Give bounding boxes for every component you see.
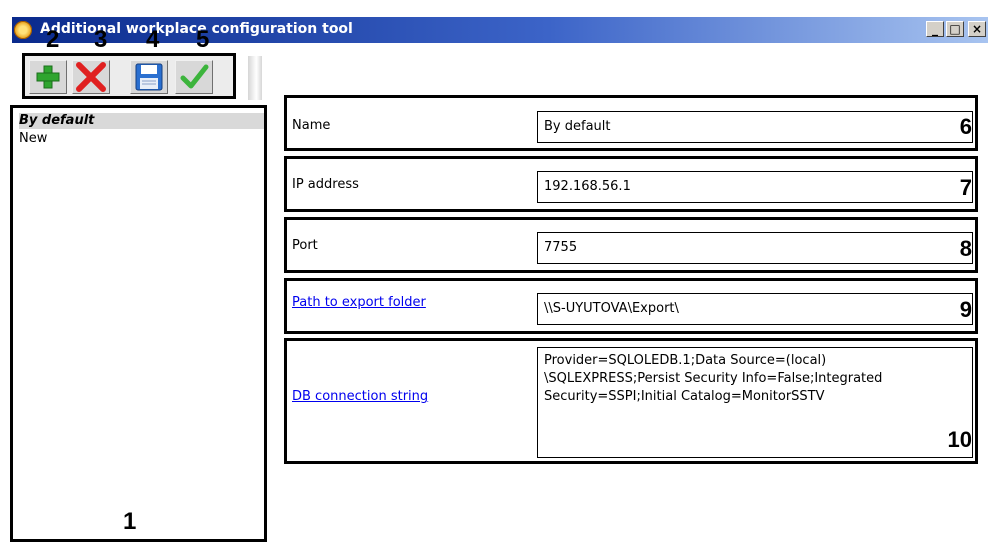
maximize-button[interactable]: □	[946, 21, 964, 37]
callout-9: 9	[959, 297, 972, 322]
close-icon: ×	[971, 22, 983, 36]
check-icon	[180, 64, 209, 89]
callout-10: 10	[947, 427, 972, 452]
minimize-icon: _	[932, 22, 938, 36]
list-item-new[interactable]: New	[19, 131, 264, 147]
add-button[interactable]	[29, 60, 67, 94]
export-folder-field-group: Path to export folder \\S-UYUTOVA\Export…	[284, 278, 978, 334]
name-input[interactable]: By default	[537, 111, 973, 143]
minimize-button[interactable]: _	[926, 21, 944, 37]
ip-address-label: IP address	[292, 177, 359, 192]
save-button[interactable]	[130, 60, 168, 94]
plus-icon	[36, 65, 60, 89]
callout-3: 3	[94, 26, 108, 53]
x-icon	[76, 62, 106, 92]
callout-2: 2	[46, 26, 60, 53]
callout-7: 7	[959, 175, 972, 200]
port-label: Port	[292, 238, 318, 253]
toolbar-grip[interactable]	[248, 56, 262, 100]
ip-address-input[interactable]: 192.168.56.1	[537, 171, 973, 203]
callout-6: 6	[959, 114, 972, 139]
db-connection-field-group: DB connection string Provider=SQLOLEDB.1…	[284, 338, 978, 464]
list-item-by-default[interactable]: By default	[19, 113, 264, 129]
delete-button[interactable]	[72, 60, 110, 94]
callout-4: 4	[146, 26, 160, 53]
port-input[interactable]: 7755	[537, 232, 973, 264]
db-connection-string-link[interactable]: DB connection string	[292, 389, 428, 404]
export-folder-input[interactable]: \\S-UYUTOVA\Export\	[537, 293, 973, 325]
floppy-disk-icon	[135, 63, 163, 91]
app-gear-icon	[14, 21, 32, 39]
name-field-group: Name By default 6	[284, 95, 978, 151]
callout-1: 1	[123, 508, 137, 535]
ip-field-group: IP address 192.168.56.1 7	[284, 156, 978, 212]
path-to-export-folder-link[interactable]: Path to export folder	[292, 295, 426, 310]
callout-8: 8	[959, 236, 972, 261]
toolbar	[22, 53, 236, 99]
configuration-list[interactable]: By default New 1	[10, 105, 267, 542]
apply-button[interactable]	[175, 60, 213, 94]
callout-5: 5	[196, 26, 210, 53]
maximize-icon: □	[949, 22, 961, 36]
port-field-group: Port 7755 8	[284, 217, 978, 273]
close-button[interactable]: ×	[968, 21, 986, 37]
db-connection-string-input[interactable]: Provider=SQLOLEDB.1;Data Source=(local) …	[537, 347, 973, 458]
name-label: Name	[292, 118, 331, 133]
